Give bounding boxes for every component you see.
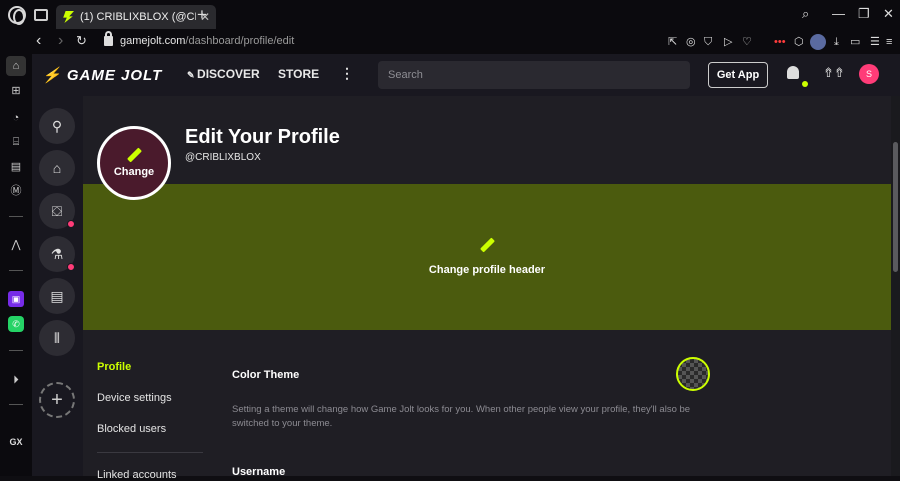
gx-control-icon[interactable]: GX bbox=[6, 432, 26, 452]
logo-text: GAME JOLT bbox=[66, 67, 163, 84]
reload-button[interactable]: ↻ bbox=[76, 32, 87, 50]
username-title: Username bbox=[232, 466, 286, 478]
color-theme-picker[interactable] bbox=[676, 357, 710, 391]
record-icon[interactable]: ••• bbox=[774, 35, 786, 49]
bolt-icon: ⚡ bbox=[42, 67, 62, 84]
gamejolt-rail: ⚲ ⌂ ⛋ ⚗ ▤ ⦀ + bbox=[32, 96, 83, 476]
heart-icon[interactable]: ♡ bbox=[742, 35, 752, 49]
search-placeholder: Search bbox=[388, 69, 423, 81]
sidebar-divider bbox=[9, 350, 23, 351]
avatar-change-label: Change bbox=[113, 166, 155, 178]
pencil-icon bbox=[480, 238, 494, 252]
opera-sidebar: ⌂ ⊞ ◔ ⌸ ▤ Ⓜ ⋀ ▣ ✆ ⏵ GX bbox=[0, 54, 32, 476]
sidenav-linked-accounts[interactable]: Linked accounts bbox=[97, 469, 177, 481]
back-button[interactable]: ‹ bbox=[36, 32, 41, 50]
news-icon[interactable]: ▤ bbox=[6, 156, 26, 176]
scroll-thumb[interactable] bbox=[893, 142, 898, 272]
sidenav-device-settings[interactable]: Device settings bbox=[97, 392, 172, 404]
user-avatar[interactable]: S bbox=[859, 64, 879, 84]
new-tab-button[interactable]: + bbox=[197, 6, 207, 24]
gamejolt-favicon-icon bbox=[63, 11, 74, 23]
tab-title: (1) CRIBLIXBLOX (@CRIBL bbox=[80, 11, 196, 23]
close-window-button[interactable]: ✕ bbox=[883, 6, 894, 22]
chat-icon[interactable]: ▤ bbox=[39, 278, 75, 314]
menu-icon[interactable]: ≡ bbox=[886, 35, 892, 49]
discover-link[interactable]: ✎ DISCOVER bbox=[187, 67, 260, 81]
box-icon[interactable]: ⬡ bbox=[794, 35, 804, 49]
sidebar-divider bbox=[9, 404, 23, 405]
tab-bar: (1) CRIBLIXBLOX (@CRIBL ✕ + ⌕ — ❐ ✕ bbox=[0, 0, 900, 30]
gamejolt-logo[interactable]: ⚡ GAME JOLT bbox=[42, 66, 162, 84]
tab-search-icon[interactable]: ⌕ bbox=[802, 6, 809, 22]
notification-dot bbox=[67, 220, 75, 228]
page-scrollbar[interactable] bbox=[891, 96, 900, 476]
add-community-button[interactable]: + bbox=[39, 382, 75, 418]
shield-icon[interactable]: ⛉ bbox=[704, 35, 712, 49]
sidenav-divider bbox=[97, 452, 203, 453]
speed-icon[interactable]: ◔ bbox=[6, 108, 26, 128]
opera-menu-icon[interactable] bbox=[8, 6, 26, 25]
minimize-button[interactable]: — bbox=[832, 6, 845, 21]
change-header-button[interactable]: Change profile header bbox=[83, 184, 891, 330]
change-avatar-button[interactable]: Change bbox=[97, 126, 171, 200]
player-icon[interactable]: ⏵ bbox=[6, 370, 26, 390]
sidenav-profile[interactable]: Profile bbox=[97, 361, 131, 373]
aria-icon[interactable]: ⋀ bbox=[6, 234, 26, 254]
page-title: Edit Your Profile bbox=[185, 126, 340, 148]
browser-window: (1) CRIBLIXBLOX (@CRIBL ✕ + ⌕ — ❐ ✕ ‹ › … bbox=[0, 0, 900, 481]
home-icon[interactable]: ⌂ bbox=[6, 56, 26, 76]
search-input[interactable]: Search bbox=[378, 61, 690, 89]
notification-dot bbox=[67, 263, 75, 271]
main-content: Edit Your Profile @CRIBLIXBLOX Change Ch… bbox=[83, 96, 891, 481]
snapshot-icon[interactable]: ◎ bbox=[686, 35, 696, 49]
sidenav-blocked-users[interactable]: Blocked users bbox=[97, 423, 166, 435]
restore-button[interactable]: ❐ bbox=[858, 6, 870, 22]
sidebar-divider bbox=[9, 216, 23, 217]
discover-icon: ✎ bbox=[187, 70, 198, 80]
active-tab[interactable]: (1) CRIBLIXBLOX (@CRIBL ✕ bbox=[56, 5, 216, 29]
notification-dot bbox=[802, 81, 808, 87]
whatsapp-icon[interactable]: ✆ bbox=[8, 316, 24, 332]
play-icon[interactable]: ▷ bbox=[724, 35, 732, 49]
profile-avatar-icon[interactable] bbox=[810, 34, 826, 50]
pencil-icon bbox=[127, 148, 141, 162]
header-change-label: Change profile header bbox=[428, 264, 546, 276]
modding-icon[interactable]: Ⓜ bbox=[6, 180, 26, 200]
gamepad-icon[interactable]: ⊞ bbox=[6, 80, 26, 100]
store-icon[interactable]: ⌂ bbox=[39, 150, 75, 186]
notification-bell-icon[interactable] bbox=[787, 66, 799, 79]
sidebar-divider bbox=[9, 270, 23, 271]
gamejolt-navbar: ⚡ GAME JOLT ✎ DISCOVER STORE ⋮ Search Ge… bbox=[32, 54, 900, 96]
profile-username: @CRIBLIXBLOX bbox=[185, 152, 261, 163]
forward-button[interactable]: › bbox=[58, 32, 63, 50]
twitch-icon[interactable]: ▣ bbox=[8, 291, 24, 307]
get-app-button[interactable]: Get App bbox=[708, 62, 768, 88]
feed-icon[interactable]: ⚲ bbox=[39, 108, 75, 144]
store-link[interactable]: STORE bbox=[278, 67, 319, 81]
color-theme-description: Setting a theme will change how Game Jol… bbox=[232, 404, 691, 429]
color-theme-title: Color Theme bbox=[232, 369, 300, 381]
download-icon[interactable]: ⤓ bbox=[834, 35, 839, 49]
tab-islands-icon[interactable] bbox=[34, 9, 48, 21]
page-header: Edit Your Profile @CRIBLIXBLOX bbox=[83, 96, 891, 184]
discover-label: DISCOVER bbox=[197, 67, 260, 81]
more-menu-icon[interactable]: ⋮ bbox=[340, 65, 354, 82]
network-icon[interactable]: ⌸ bbox=[6, 132, 26, 152]
easy-setup-icon[interactable]: ☰ bbox=[870, 35, 880, 49]
url-path: /dashboard/profile/edit bbox=[185, 35, 295, 47]
lock-icon bbox=[104, 31, 113, 46]
address-bar: ‹ › ↻ gamejolt.com/dashboard/profile/edi… bbox=[0, 30, 900, 54]
url-host: gamejolt.com bbox=[120, 35, 186, 47]
quests-icon[interactable]: ⇮⇮ bbox=[823, 65, 845, 81]
battery-icon[interactable]: ▭ bbox=[850, 35, 860, 49]
send-icon[interactable]: ⇱ bbox=[668, 35, 677, 49]
url-field[interactable]: gamejolt.com/dashboard/profile/edit bbox=[120, 35, 294, 47]
library-icon[interactable]: ⦀ bbox=[39, 320, 75, 356]
